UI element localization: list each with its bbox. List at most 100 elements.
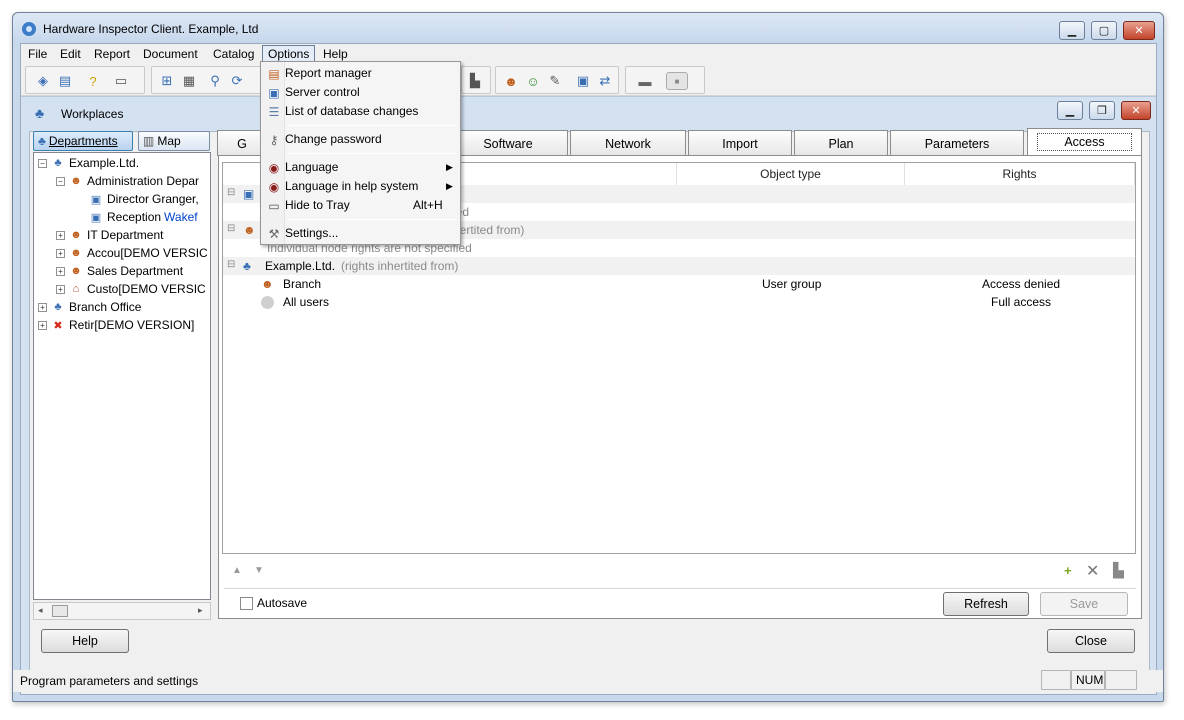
collapse-icon[interactable]: ⊟ [227, 187, 235, 198]
menu-change-password[interactable]: ⚷ Change password [263, 130, 458, 149]
collapse-icon[interactable]: ⊟ [227, 259, 235, 270]
title-bar[interactable]: Hardware Inspector Client. Example, Ltd … [13, 13, 1163, 43]
close-window-button[interactable]: ✕ [1123, 21, 1155, 40]
help-button[interactable]: Help [41, 629, 129, 653]
tab-import[interactable]: Import [688, 130, 792, 156]
sync-icon[interactable]: ⇄ [596, 72, 614, 90]
collapse-icon[interactable]: − [56, 176, 65, 186]
menu-separator [287, 153, 457, 154]
menu-database-changes[interactable]: ☰ List of database changes [263, 102, 458, 121]
map-button[interactable]: ▥ Map [138, 131, 210, 151]
menu-document[interactable]: Document [138, 46, 203, 62]
menu-report[interactable]: Report [89, 46, 135, 62]
chart-icon[interactable]: ▙ [466, 72, 484, 90]
tree-node[interactable]: ▣ Reception Wakef [88, 210, 198, 224]
print-icon[interactable]: ▭ [112, 72, 130, 90]
app-icon [21, 21, 37, 37]
expand-icon[interactable]: + [38, 320, 47, 330]
tree-node[interactable]: + ☻ Sales Department [56, 264, 183, 278]
menu-report-manager[interactable]: ▤ Report manager [263, 64, 458, 83]
computer-icon: ▣ [90, 193, 102, 206]
move-up-icon[interactable]: ▲ [232, 565, 242, 576]
stop-icon[interactable]: ■ [666, 72, 688, 90]
open-icon[interactable]: ◈ [34, 72, 52, 90]
toolbar-group-4: ☻ ☺ ✎ ▣ ⇄ [495, 66, 619, 94]
tree-node[interactable]: ▣ Director Granger, [88, 192, 199, 206]
user-add-icon[interactable]: ☺ [524, 72, 542, 90]
tree-hscrollbar[interactable]: ◂ ▸ [33, 602, 211, 620]
autosave-checkbox[interactable] [240, 597, 253, 610]
column-header-rights[interactable]: Rights [905, 163, 1135, 185]
delete-icon[interactable]: ✕ [1086, 561, 1099, 581]
menu-file[interactable]: File [23, 46, 52, 62]
table-row[interactable]: ☻ Branch User group Access denied [223, 275, 1135, 293]
column-header-object-type[interactable]: Object type [677, 163, 905, 185]
menu-language-help[interactable]: ◉ Language in help system ▶ [263, 177, 458, 196]
workplaces-title: Workplaces [61, 107, 124, 121]
tree-node[interactable]: + ♣ Branch Office [38, 300, 141, 314]
collapse-icon[interactable]: ⊟ [227, 223, 235, 234]
expand-icon[interactable]: + [56, 266, 65, 276]
move-down-icon[interactable]: ▼ [254, 565, 264, 576]
database-icon[interactable]: ▬ [636, 72, 654, 90]
tab-software[interactable]: Software [448, 130, 568, 156]
menu-edit[interactable]: Edit [55, 46, 86, 62]
refresh-icon[interactable]: ⟳ [228, 72, 246, 90]
close-button[interactable]: Close [1047, 629, 1135, 653]
menu-help[interactable]: Help [318, 46, 353, 62]
child-minimize-button[interactable]: ▁ [1057, 101, 1083, 120]
tab-plan[interactable]: Plan [794, 130, 888, 156]
toolbar: ◈ ▤ ? ▭ ⊞ ▦ ⚲ ⟳ ▙ ☻ ☺ ✎ ▣ ⇄ ▬ ■ [21, 64, 1156, 96]
minimize-button[interactable]: ▁ [1059, 21, 1085, 40]
menu-server-control[interactable]: ▣ Server control [263, 83, 458, 102]
tools-icon[interactable]: ✎ [546, 72, 564, 90]
tree-node[interactable]: + ☻ IT Department [56, 228, 163, 242]
scroll-right-icon[interactable]: ▸ [198, 605, 203, 616]
tab-access[interactable]: Access [1027, 128, 1142, 156]
tree-node[interactable]: + ✖ Retir[DEMO VERSION] [38, 318, 194, 332]
tree-node[interactable]: − ☻ Administration Depar [56, 174, 199, 188]
menu-hide-to-tray[interactable]: ▭ Hide to Tray Alt+H [263, 196, 458, 215]
expand-icon[interactable]: + [56, 230, 65, 240]
toolbar-group-1: ◈ ▤ ? ▭ [25, 66, 145, 94]
scroll-left-icon[interactable]: ◂ [38, 605, 43, 616]
table-row[interactable]: All users Full access [223, 293, 1135, 311]
save-button[interactable]: Save [1040, 592, 1128, 616]
expand-icon[interactable]: + [56, 248, 65, 258]
departments-button[interactable]: ♣ Departments [33, 131, 133, 151]
search-icon[interactable]: ⚲ [206, 72, 224, 90]
menu-language[interactable]: ◉ Language ▶ [263, 158, 458, 177]
child-restore-button[interactable]: ❐ [1089, 101, 1115, 120]
tree-node[interactable]: + ⌂ Custo[DEMO VERSIC [56, 282, 206, 296]
add-icon[interactable]: + [1064, 563, 1072, 578]
properties-icon[interactable]: ▙ [1113, 562, 1124, 579]
tree-icon[interactable]: ⊞ [158, 72, 176, 90]
tree-node[interactable]: + ☻ Accou[DEMO VERSIC [56, 246, 208, 260]
group-icon: ☻ [70, 265, 82, 277]
computer-icon: ▣ [90, 211, 102, 224]
expand-icon[interactable]: + [38, 302, 47, 312]
menu-catalog[interactable]: Catalog [208, 46, 259, 62]
document-icon[interactable]: ▤ [56, 72, 74, 90]
menu-settings[interactable]: ⚒ Settings... [263, 224, 458, 243]
table-icon[interactable]: ▦ [180, 72, 198, 90]
expand-icon[interactable]: + [56, 284, 65, 294]
child-close-button[interactable]: ✕ [1121, 101, 1151, 120]
key-icon: ⚷ [269, 133, 279, 147]
settings-icon: ⚒ [268, 227, 280, 241]
collapse-icon[interactable]: − [38, 158, 47, 168]
departments-icon: ♣ [38, 134, 46, 148]
status-panel-num: NUM [1071, 670, 1105, 690]
toolbar-group-2: ⊞ ▦ ⚲ ⟳ [151, 66, 261, 94]
scroll-thumb[interactable] [52, 605, 68, 617]
tab-network[interactable]: Network [570, 130, 686, 156]
refresh-button[interactable]: Refresh [943, 592, 1029, 616]
help-query-icon[interactable]: ? [84, 72, 102, 90]
tab-parameters[interactable]: Parameters [890, 130, 1024, 156]
maximize-button[interactable]: ▢ [1091, 21, 1117, 40]
user-icon[interactable]: ☻ [502, 72, 520, 90]
table-row[interactable]: ⊟ ♣ Example.Ltd. (rights inhertited from… [223, 257, 1135, 275]
network-icon[interactable]: ▣ [574, 72, 592, 90]
options-menu: ▤ Report manager ▣ Server control ☰ List… [260, 61, 461, 245]
tree-node[interactable]: − ♣ Example.Ltd. [38, 156, 139, 170]
